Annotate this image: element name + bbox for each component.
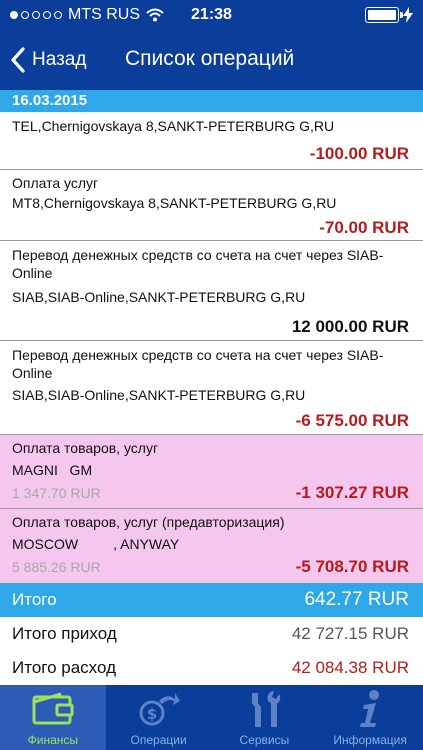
tab-label: Финансы	[27, 733, 79, 747]
transaction-hold-amount: 1 347.70 RUR	[12, 485, 101, 501]
transaction-merchant: MAGNI GM	[12, 462, 93, 478]
transaction-merchant: SIAB,SIAB-Online,SANKT-PETERBURG G,RU	[12, 387, 306, 403]
transaction-merchant: MOSCOW , ANYWAY	[12, 536, 180, 552]
tab-operations[interactable]: $ Операции	[106, 685, 212, 750]
status-bar: MTS RUS 21:38	[0, 0, 423, 30]
transaction-merchant: SIAB,SIAB-Online,SANKT-PETERBURG G,RU	[12, 289, 306, 305]
tab-bar: Финансы $ Операции Сервисы Информация	[0, 685, 423, 750]
transaction-amount: -70.00 RUR	[319, 218, 409, 237]
date-section-header: 16.03.2015	[0, 90, 423, 112]
expense-total-value: 42 084.38 RUR	[291, 658, 409, 677]
tab-finances[interactable]: Финансы	[0, 685, 106, 750]
transaction-item[interactable]: Оплата услуг MT8,Chernigovskaya 8,SANKT-…	[0, 170, 423, 241]
transaction-item[interactable]: Перевод денежных средств со счета на сче…	[0, 241, 423, 341]
tab-label: Сервисы	[239, 733, 290, 747]
transaction-item[interactable]: Оплата товаров, услуг (предавторизация) …	[0, 509, 423, 583]
navigation-bar: Назад Список операций	[0, 30, 423, 90]
battery-icon	[365, 7, 403, 23]
tools-icon	[252, 691, 281, 727]
transaction-item[interactable]: Оплата товаров, услуг MAGNI GM 1 347.70 …	[0, 435, 423, 509]
transaction-item[interactable]: Перевод денежных средств со счета на сче…	[0, 341, 423, 435]
transaction-title: Перевод денежных средств со счета на сче…	[12, 247, 384, 281]
transaction-amount: -5 708.70 RUR	[295, 557, 409, 576]
header: MTS RUS 21:38 Назад Список операций	[0, 0, 423, 90]
tab-information[interactable]: Информация	[317, 685, 423, 750]
chevron-left-icon	[11, 47, 25, 73]
info-icon	[360, 690, 380, 727]
expense-total-label: Итого расход	[12, 658, 116, 677]
transaction-title: Перевод денежных средств со счета на сче…	[12, 347, 384, 381]
page-title: Список операций	[125, 47, 295, 70]
total-label: Итого	[12, 590, 57, 609]
transaction-title: Оплата товаров, услуг (предавторизация)	[12, 514, 285, 530]
svg-text:$: $	[146, 705, 156, 723]
transaction-merchant: TEL,Chernigovskaya 8,SANKT-PETERBURG G,R…	[12, 118, 335, 134]
wallet-icon	[32, 692, 74, 725]
transaction-amount: -100.00 RUR	[309, 144, 409, 163]
tab-label: Информация	[333, 733, 407, 747]
transaction-amount: -6 575.00 RUR	[295, 411, 409, 430]
transaction-title: Оплата товаров, услуг	[12, 440, 159, 456]
back-button[interactable]: Назад	[0, 47, 86, 73]
status-time: 21:38	[191, 6, 232, 23]
total-row: Итого 642.77 RUR	[0, 583, 423, 617]
income-total-label: Итого приход	[12, 624, 117, 643]
signal-strength-icon	[10, 11, 62, 19]
transaction-hold-amount: 5 885.26 RUR	[12, 559, 101, 575]
transaction-amount: 12 000.00 RUR	[291, 317, 409, 336]
tab-services[interactable]: Сервисы	[212, 685, 318, 750]
total-value: 642.77 RUR	[304, 589, 409, 610]
carrier-name: MTS RUS	[68, 6, 140, 23]
transaction-list: TEL,Chernigovskaya 8,SANKT-PETERBURG G,R…	[0, 112, 423, 583]
expense-total-row: Итого расход 42 084.38 RUR	[0, 651, 423, 685]
tab-label: Операции	[130, 733, 187, 747]
back-label: Назад	[32, 49, 87, 70]
transfer-icon: $	[139, 693, 180, 726]
transaction-merchant: MT8,Chernigovskaya 8,SANKT-PETERBURG G,R…	[12, 195, 337, 211]
transaction-item[interactable]: TEL,Chernigovskaya 8,SANKT-PETERBURG G,R…	[0, 112, 423, 170]
transaction-amount: -1 307.27 RUR	[295, 483, 409, 502]
income-total-value: 42 727.15 RUR	[291, 624, 409, 643]
transaction-title: Оплата услуг	[12, 175, 99, 191]
wifi-icon	[146, 8, 164, 22]
charging-icon	[403, 7, 413, 23]
income-total-row: Итого приход 42 727.15 RUR	[0, 617, 423, 651]
